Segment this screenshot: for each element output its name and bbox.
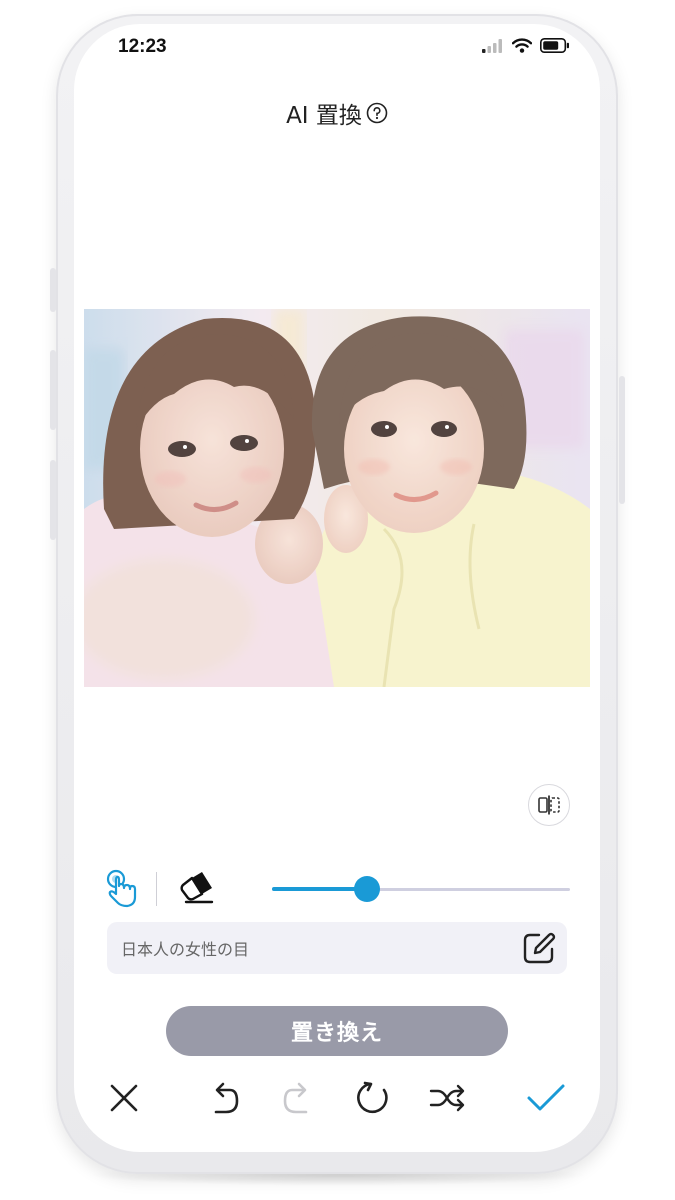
header: AI 置換 [74, 96, 600, 130]
power-button [619, 376, 625, 504]
silent-switch [50, 268, 56, 312]
split-compare-icon [537, 795, 561, 815]
edit-canvas-photo[interactable] [84, 309, 590, 687]
status-icons [482, 38, 570, 57]
undo-icon[interactable] [204, 1078, 244, 1118]
compare-button[interactable] [528, 784, 570, 826]
wifi-icon [511, 38, 533, 57]
reset-icon[interactable] [354, 1078, 394, 1118]
tool-divider [156, 872, 157, 906]
prompt-box [107, 922, 567, 974]
edit-pencil-icon[interactable] [521, 930, 557, 970]
hand-brush-icon[interactable] [102, 868, 142, 912]
stage: 12:23 AI 置換 日本人の女性の目 置き換え [0, 0, 675, 1200]
replace-button[interactable]: 置き換え [166, 1006, 508, 1056]
battery-icon [540, 38, 570, 57]
page-title: AI 置換 [286, 103, 362, 129]
shuffle-icon[interactable] [428, 1078, 468, 1118]
phone-screen: 12:23 AI 置換 日本人の女性の目 置き換え [74, 24, 600, 1152]
slider-fill [272, 887, 368, 891]
question-circle-icon[interactable] [366, 102, 388, 124]
cellular-signal-icon [482, 38, 504, 57]
tool-row [102, 868, 572, 910]
volume-up-button [50, 350, 56, 430]
status-time: 12:23 [118, 36, 167, 57]
confirm-check-icon[interactable] [526, 1078, 566, 1118]
prompt-input[interactable] [121, 922, 501, 974]
redo-icon[interactable] [278, 1078, 318, 1118]
eraser-icon[interactable] [176, 870, 216, 912]
brush-size-slider[interactable] [272, 876, 570, 902]
close-icon[interactable] [104, 1078, 144, 1118]
volume-down-button [50, 460, 56, 540]
slider-thumb[interactable] [354, 876, 381, 902]
